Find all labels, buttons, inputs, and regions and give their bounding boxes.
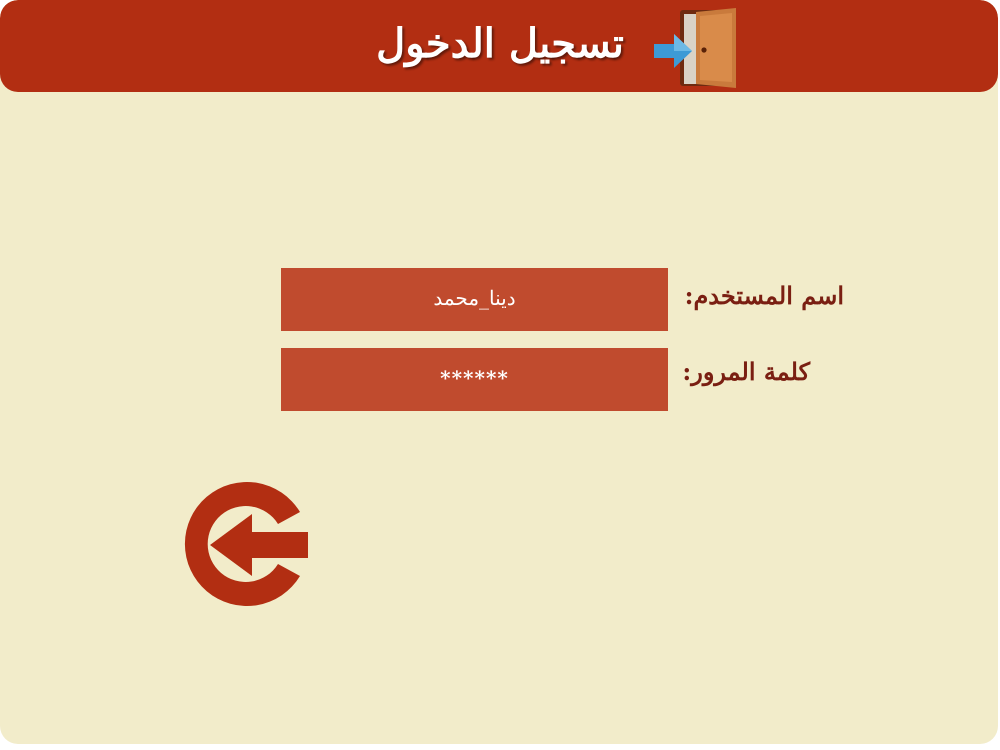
- back-arrow-icon[interactable]: [180, 478, 312, 610]
- header-bar: تسجيل الدخول: [0, 0, 998, 92]
- username-field[interactable]: دينا_محمد: [281, 268, 668, 331]
- door-enter-icon: [654, 8, 736, 88]
- login-screen: تسجيل الدخول اسم المستخدم: دينا_محمد كلم…: [0, 0, 998, 744]
- page-title: تسجيل الدخول: [376, 20, 624, 67]
- password-field[interactable]: ******: [281, 348, 668, 411]
